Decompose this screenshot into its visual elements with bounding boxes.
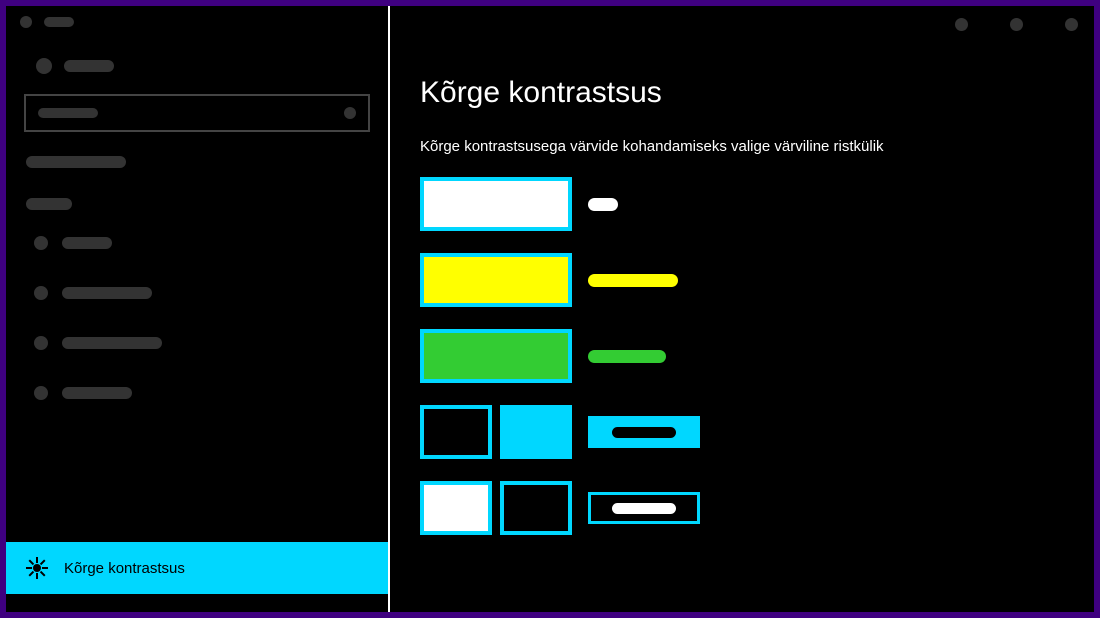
nav-label-placeholder: [62, 237, 112, 249]
main-panel: Kõrge kontrastsus Kõrge kontrastsusega v…: [390, 6, 1094, 612]
brightness-icon: [26, 557, 48, 579]
window-title-placeholder: [44, 17, 74, 27]
swatch-text-color[interactable]: [420, 177, 572, 231]
user-name-placeholder: [64, 60, 114, 72]
swatch-label-hyperlink: [588, 274, 678, 287]
user-avatar-icon: [36, 58, 52, 74]
swatch-button-pair: [420, 481, 572, 535]
search-placeholder: [38, 108, 98, 118]
window-controls: [955, 18, 1078, 31]
close-icon[interactable]: [1065, 18, 1078, 31]
swatch-row-disabled: [420, 329, 1094, 383]
page-subtitle: Kõrge kontrastsusega värvide kohandamise…: [420, 138, 1094, 177]
nav-label-placeholder: [62, 287, 152, 299]
back-icon[interactable]: [20, 16, 32, 28]
swatch-button-fg[interactable]: [420, 481, 492, 535]
preview-text-placeholder: [612, 503, 676, 514]
preview-text-placeholder: [612, 427, 676, 438]
swatch-row-button-text: [420, 481, 1094, 535]
nav-item-placeholder-3[interactable]: [6, 318, 388, 368]
swatch-row-text: [420, 177, 1094, 231]
nav-item-placeholder-1[interactable]: [6, 218, 388, 268]
minimize-icon[interactable]: [955, 18, 968, 31]
swatch-button-bg[interactable]: [500, 481, 572, 535]
swatch-selected-text-fg[interactable]: [420, 405, 492, 459]
user-account-row[interactable]: [6, 38, 388, 84]
swatch-label-text: [588, 198, 618, 211]
breadcrumb-placeholder: [6, 142, 388, 184]
swatch-disabled-color[interactable]: [420, 329, 572, 383]
nav-icon: [34, 336, 48, 350]
settings-sidebar: Kõrge kontrastsus: [6, 6, 390, 612]
swatch-selected-text-pair: [420, 405, 572, 459]
button-preview: [588, 492, 700, 524]
nav-label-placeholder: [62, 337, 162, 349]
app-window: Kõrge kontrastsus Kõrge kontrastsus Kõrg…: [6, 6, 1094, 612]
window-title-area: [6, 6, 388, 38]
nav-icon: [34, 386, 48, 400]
nav-icon: [34, 236, 48, 250]
swatch-row-hyperlink: [420, 253, 1094, 307]
search-input[interactable]: [24, 94, 370, 132]
nav-item-placeholder-4[interactable]: [6, 368, 388, 418]
maximize-icon[interactable]: [1010, 18, 1023, 31]
search-icon: [344, 107, 356, 119]
nav-label-placeholder: [62, 387, 132, 399]
swatch-label-disabled: [588, 350, 666, 363]
swatch-row-selected-text: [420, 405, 1094, 459]
nav-label-high-contrast: Kõrge kontrastsus: [64, 560, 185, 577]
swatch-selected-text-bg[interactable]: [500, 405, 572, 459]
nav-item-high-contrast[interactable]: Kõrge kontrastsus: [6, 542, 388, 594]
nav-icon: [34, 286, 48, 300]
selected-text-preview: [588, 416, 700, 448]
swatch-hyperlink-color[interactable]: [420, 253, 572, 307]
nav-item-placeholder-2[interactable]: [6, 268, 388, 318]
section-header-placeholder: [6, 184, 388, 218]
